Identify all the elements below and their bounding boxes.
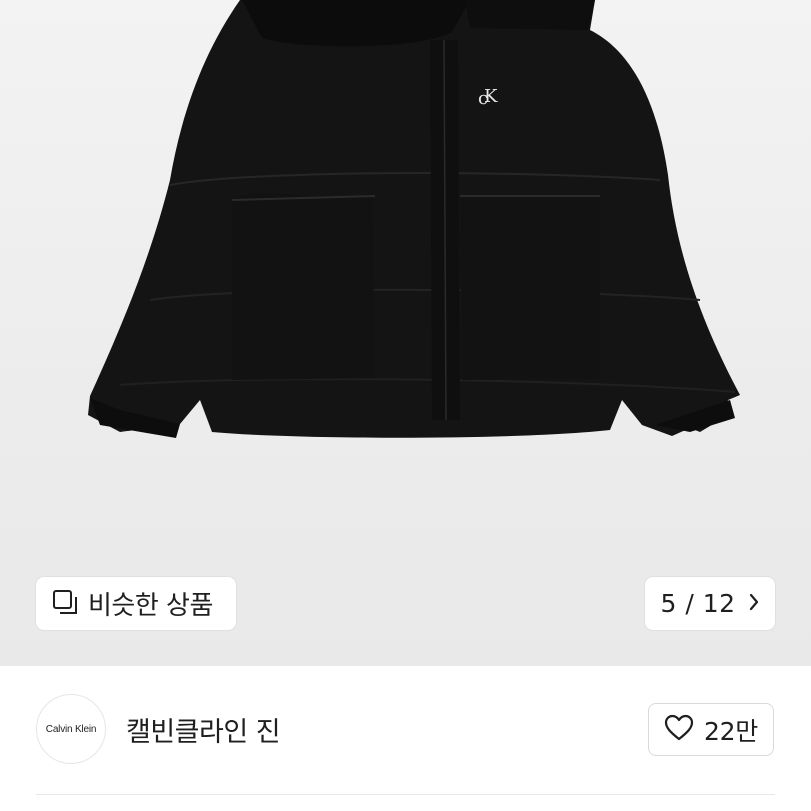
like-button[interactable]: 22만 bbox=[648, 703, 774, 756]
product-detail-screen: c K 비슷한 상품 5 / 12 Calvin Klein 캘빈클라인 진 2… bbox=[0, 0, 811, 811]
image-counter-button[interactable]: 5 / 12 bbox=[645, 577, 775, 630]
like-count: 22만 bbox=[704, 716, 758, 746]
brand-logo[interactable]: Calvin Klein bbox=[36, 694, 106, 764]
divider bbox=[36, 794, 775, 795]
brand-name[interactable]: 캘빈클라인 진 bbox=[126, 710, 281, 749]
product-image-carousel[interactable]: c K 비슷한 상품 5 / 12 bbox=[0, 0, 811, 666]
similar-items-icon bbox=[52, 589, 78, 619]
heart-icon bbox=[664, 714, 694, 745]
brand-chest-logo: c K bbox=[478, 86, 498, 109]
product-image: c K bbox=[88, 0, 740, 438]
similar-products-button[interactable]: 비슷한 상품 bbox=[36, 577, 236, 630]
chevron-right-icon bbox=[736, 593, 760, 615]
brand-row: Calvin Klein 캘빈클라인 진 22만 bbox=[0, 666, 811, 811]
image-counter-label: 5 / 12 bbox=[660, 589, 736, 618]
svg-text:K: K bbox=[484, 86, 498, 107]
similar-products-label: 비슷한 상품 bbox=[88, 591, 213, 621]
brand-logo-text: Calvin Klein bbox=[45, 723, 97, 735]
